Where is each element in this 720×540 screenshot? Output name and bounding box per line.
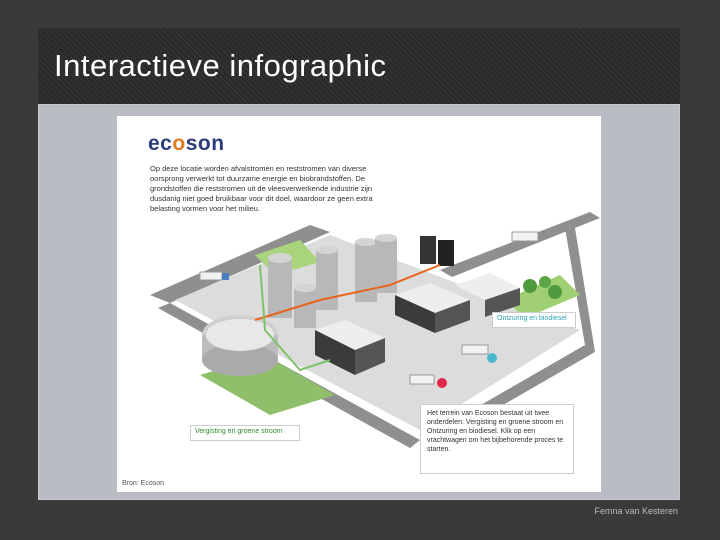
tree (539, 276, 551, 288)
callout-ontzuring-biodiesel[interactable]: Ontzuring en biodiesel (492, 312, 576, 328)
dark-tank (420, 236, 436, 264)
truck[interactable] (199, 271, 229, 281)
source-credit: Bron: Ecoson (122, 480, 165, 487)
callout-vergisting-stroom[interactable]: Vergisting en groene stroom (190, 425, 300, 441)
truck[interactable] (511, 231, 539, 242)
dark-tank (438, 240, 454, 266)
author-footer: Femna van Kesteren (594, 506, 678, 516)
info-box: Het terrein van Ecoson bestaat uit twee … (420, 404, 574, 474)
tree (548, 285, 562, 299)
industrial-site-illustration (150, 212, 600, 448)
tree (523, 279, 537, 293)
